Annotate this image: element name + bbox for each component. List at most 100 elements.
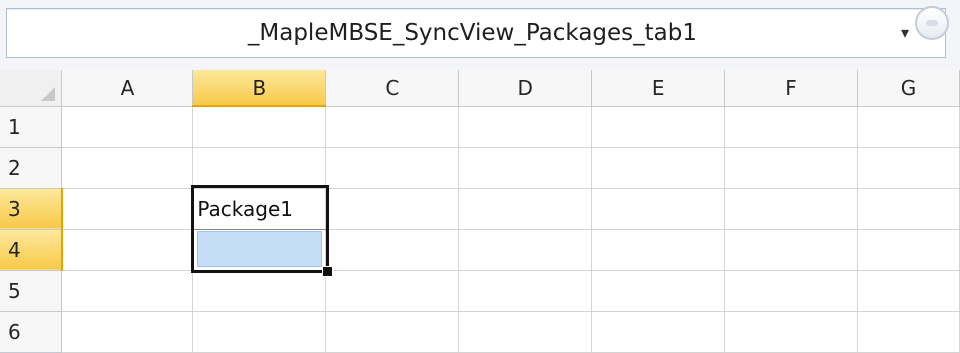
cell-value [459,115,463,139]
cell-value [592,115,596,139]
cell-d1[interactable] [458,106,593,148]
row-header-3[interactable]: 3 [0,188,63,230]
cell-value [725,279,729,303]
cell-e4[interactable] [591,229,726,271]
cell-e1[interactable] [591,106,726,148]
cell-value [62,115,66,139]
cell-value [858,115,862,139]
cell-d4[interactable] [458,229,593,271]
cell-b2[interactable] [192,147,327,189]
cell-a4[interactable] [61,229,194,271]
column-header-e[interactable]: E [591,70,726,107]
select-all-triangle-icon[interactable] [0,70,63,107]
cell-e3[interactable] [591,188,726,230]
cell-value [592,279,596,303]
cell-value [63,197,67,221]
cell-c3[interactable] [325,188,460,230]
cell-b6[interactable] [192,311,327,353]
cell-value [62,279,66,303]
table-row: 3 Package1 [0,188,960,230]
cell-c2[interactable] [325,147,460,189]
cell-g5[interactable] [857,270,960,312]
cell-value [62,156,66,180]
cell-g1[interactable] [857,106,960,148]
cell-value [193,156,197,180]
row-header-6[interactable]: 6 [0,311,63,353]
cell-c1[interactable] [325,106,460,148]
cell-value [326,156,330,180]
circle-button-icon[interactable] [915,6,949,40]
cell-f2[interactable] [724,147,858,189]
cell-value [326,238,330,262]
column-header-b[interactable]: B [192,70,327,107]
column-header-c[interactable]: C [325,70,460,107]
cell-value [725,156,729,180]
cell-f3[interactable] [724,188,858,230]
spreadsheet-grid: ABCDEFG 1 2 3 Package1 4 5 6 [0,70,960,353]
row-header-5[interactable]: 5 [0,270,63,312]
name-box[interactable]: _MapleMBSE_SyncView_Packages_tab1 ▾ [6,8,946,58]
cell-a2[interactable] [61,147,194,189]
cell-value [459,279,463,303]
cell-a5[interactable] [61,270,194,312]
cell-a3[interactable] [61,188,194,230]
cell-value [858,197,862,221]
cell-b3[interactable]: Package1 [192,188,327,230]
table-row: 4 [0,229,960,271]
cell-value [725,197,729,221]
table-row: 6 [0,311,960,353]
column-header-a[interactable]: A [61,70,194,107]
cell-e2[interactable] [591,147,726,189]
cell-a6[interactable] [61,311,194,353]
name-box-value: _MapleMBSE_SyncView_Packages_tab1 [247,20,697,46]
row-header-1[interactable]: 1 [0,106,63,148]
cell-value [858,238,862,262]
cell-d3[interactable] [458,188,593,230]
column-header-d[interactable]: D [458,70,593,107]
cell-d6[interactable] [458,311,593,353]
table-row: 5 [0,270,960,312]
cell-value [326,115,330,139]
cell-value [193,115,197,139]
cell-value [459,197,463,221]
cell-g3[interactable] [857,188,960,230]
table-row: 2 [0,147,960,189]
row-header-4[interactable]: 4 [0,229,63,271]
cell-e5[interactable] [591,270,726,312]
cell-value [459,156,463,180]
cell-value [858,156,862,180]
name-bar: _MapleMBSE_SyncView_Packages_tab1 ▾ [0,0,960,71]
cell-f6[interactable] [724,311,858,353]
cell-g4[interactable] [857,229,960,271]
cell-c4[interactable] [325,229,460,271]
table-row: 1 [0,106,960,148]
fill-handle[interactable] [322,266,333,277]
cell-a1[interactable] [61,106,194,148]
cell-f1[interactable] [724,106,858,148]
cell-e6[interactable] [591,311,726,353]
cell-d5[interactable] [458,270,593,312]
row-header-2[interactable]: 2 [0,147,63,189]
cell-value [858,279,862,303]
cell-value [326,279,330,303]
cell-f5[interactable] [724,270,858,312]
cell-value: Package1 [197,196,294,221]
cell-value [459,238,463,262]
column-header-g[interactable]: G [857,70,960,107]
cell-value [63,238,67,262]
cell-d2[interactable] [458,147,593,189]
cell-c5[interactable] [325,270,460,312]
cell-value [193,279,197,303]
cell-f4[interactable] [724,229,858,271]
column-header-f[interactable]: F [724,70,858,107]
cell-b1[interactable] [192,106,327,148]
cell-c6[interactable] [325,311,460,353]
cell-value [592,238,596,262]
cell-g2[interactable] [857,147,960,189]
chevron-down-icon[interactable]: ▾ [895,23,915,43]
cell-value [725,115,729,139]
cell-g6[interactable] [857,311,960,353]
active-cell[interactable] [197,231,322,267]
cell-value [326,197,330,221]
cell-b5[interactable] [192,270,327,312]
